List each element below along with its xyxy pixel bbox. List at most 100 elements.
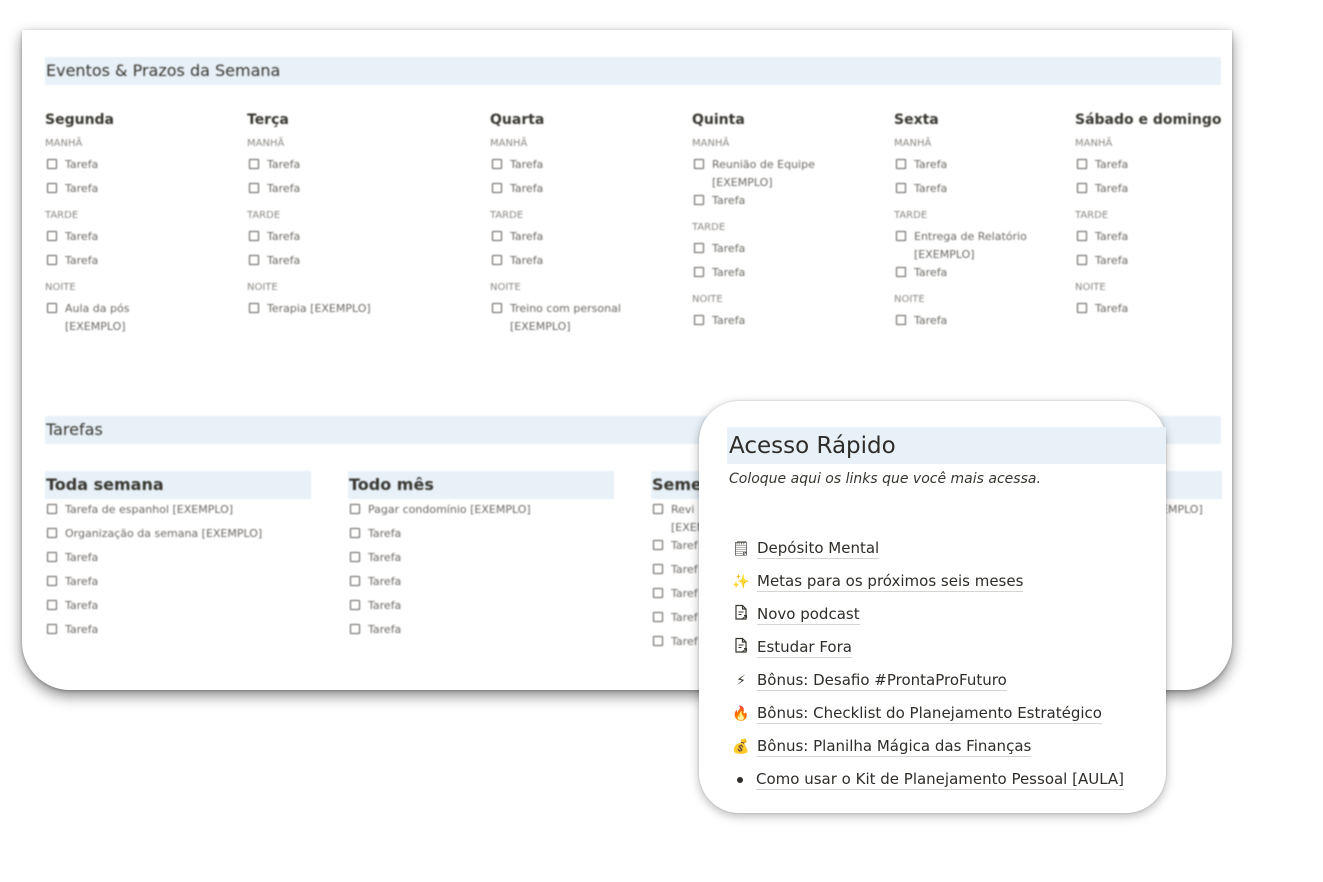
- quick-link[interactable]: ⚡ Bônus: Desafio #ProntaProFuturo: [731, 664, 1124, 697]
- task-item[interactable]: Aula da pós [EXEMPLO]: [45, 300, 235, 336]
- task-item[interactable]: Pagar condomínio [EXEMPLO]: [348, 501, 614, 525]
- checkbox[interactable]: [896, 315, 906, 325]
- task-item[interactable]: Tarefa: [894, 156, 1084, 180]
- task-item[interactable]: Tarefa: [348, 549, 614, 573]
- checkbox[interactable]: [47, 528, 57, 538]
- task-item[interactable]: Tarefa: [692, 240, 882, 264]
- task-item[interactable]: Tarefa: [1075, 300, 1232, 324]
- checkbox[interactable]: [492, 159, 502, 169]
- checkbox[interactable]: [249, 183, 259, 193]
- checkbox[interactable]: [47, 183, 57, 193]
- quick-link-label[interactable]: Como usar o Kit de Planejamento Pessoal …: [756, 769, 1125, 790]
- task-item[interactable]: Tarefa: [894, 264, 1084, 288]
- quick-link-label[interactable]: Bônus: Checklist do Planejamento Estraté…: [757, 703, 1102, 724]
- checkbox[interactable]: [47, 255, 57, 265]
- task-item[interactable]: Tarefa: [1075, 156, 1232, 180]
- task-item[interactable]: Tarefa: [45, 573, 311, 597]
- task-item[interactable]: Tarefa: [45, 156, 235, 180]
- task-item[interactable]: Tarefa: [490, 156, 680, 180]
- checkbox[interactable]: [653, 540, 663, 550]
- checkbox[interactable]: [350, 504, 360, 514]
- checkbox[interactable]: [653, 564, 663, 574]
- checkbox[interactable]: [47, 576, 57, 586]
- task-item[interactable]: Tarefa: [692, 192, 882, 216]
- checkbox[interactable]: [47, 504, 57, 514]
- task-item[interactable]: Organização da semana [EXEMPLO]: [45, 525, 311, 549]
- task-item[interactable]: Entrega de Relatório [EXEMPLO]: [894, 228, 1084, 264]
- checkbox[interactable]: [249, 303, 259, 313]
- checkbox[interactable]: [694, 243, 704, 253]
- checkbox[interactable]: [653, 636, 663, 646]
- checkbox[interactable]: [47, 552, 57, 562]
- task-item[interactable]: Terapia [EXEMPLO]: [247, 300, 437, 324]
- quick-link[interactable]: 🗒 Depósito Mental: [731, 532, 1124, 565]
- checkbox[interactable]: [492, 183, 502, 193]
- checkbox[interactable]: [350, 576, 360, 586]
- quick-link-label[interactable]: Depósito Mental: [757, 538, 880, 559]
- task-item[interactable]: Tarefa: [247, 180, 437, 204]
- quick-link[interactable]: 💰 Bônus: Planilha Mágica das Finanças: [731, 730, 1124, 763]
- checkbox[interactable]: [896, 183, 906, 193]
- quick-link[interactable]: Novo podcast: [731, 598, 1124, 631]
- checkbox[interactable]: [1077, 303, 1087, 313]
- checkbox[interactable]: [249, 159, 259, 169]
- checkbox[interactable]: [896, 231, 906, 241]
- task-item[interactable]: Tarefa: [247, 228, 437, 252]
- checkbox[interactable]: [1077, 231, 1087, 241]
- task-item[interactable]: Tarefa: [490, 228, 680, 252]
- task-item[interactable]: EMPLO]: [1161, 501, 1232, 525]
- task-item[interactable]: Tarefa: [894, 312, 1084, 336]
- task-item[interactable]: Tarefa: [45, 180, 235, 204]
- task-item[interactable]: Reunião de Equipe [EXEMPLO]: [692, 156, 882, 192]
- quick-link-label[interactable]: Novo podcast: [757, 604, 860, 625]
- checkbox[interactable]: [694, 315, 704, 325]
- task-item[interactable]: Tarefa: [45, 597, 311, 621]
- checkbox[interactable]: [47, 624, 57, 634]
- task-item[interactable]: Tarefa: [1075, 252, 1232, 276]
- checkbox[interactable]: [47, 159, 57, 169]
- task-item[interactable]: Tarefa: [45, 549, 311, 573]
- task-item[interactable]: Tarefa: [348, 597, 614, 621]
- checkbox[interactable]: [653, 588, 663, 598]
- checkbox[interactable]: [492, 255, 502, 265]
- checkbox[interactable]: [47, 600, 57, 610]
- quick-link[interactable]: Como usar o Kit de Planejamento Pessoal …: [731, 763, 1125, 796]
- checkbox[interactable]: [653, 612, 663, 622]
- checkbox[interactable]: [1077, 183, 1087, 193]
- quick-link[interactable]: ✨ Metas para os próximos seis meses: [731, 565, 1124, 598]
- checkbox[interactable]: [896, 159, 906, 169]
- checkbox[interactable]: [47, 303, 57, 313]
- checkbox[interactable]: [249, 255, 259, 265]
- task-item[interactable]: Tarefa: [45, 228, 235, 252]
- quick-link[interactable]: Estudar Fora: [731, 631, 1124, 664]
- quick-link[interactable]: 🔥 Bônus: Checklist do Planejamento Estrat…: [731, 697, 1124, 730]
- task-item[interactable]: Tarefa: [692, 264, 882, 288]
- task-item[interactable]: Tarefa: [894, 180, 1084, 204]
- task-item[interactable]: Tarefa: [247, 156, 437, 180]
- checkbox[interactable]: [492, 231, 502, 241]
- task-item[interactable]: Tarefa: [692, 312, 882, 336]
- quick-link-label[interactable]: Metas para os próximos seis meses: [757, 571, 1024, 592]
- quick-link-label[interactable]: Estudar Fora: [757, 637, 852, 658]
- task-item[interactable]: Tarefa: [348, 573, 614, 597]
- checkbox[interactable]: [896, 267, 906, 277]
- checkbox[interactable]: [350, 624, 360, 634]
- task-item[interactable]: Tarefa: [348, 621, 614, 645]
- task-item[interactable]: Tarefa: [490, 252, 680, 276]
- checkbox[interactable]: [653, 504, 663, 514]
- checkbox[interactable]: [492, 303, 502, 313]
- quick-link-label[interactable]: Bônus: Planilha Mágica das Finanças: [757, 736, 1032, 757]
- checkbox[interactable]: [694, 159, 704, 169]
- checkbox[interactable]: [350, 600, 360, 610]
- checkbox[interactable]: [47, 231, 57, 241]
- checkbox[interactable]: [249, 231, 259, 241]
- task-item[interactable]: Treino com personal [EXEMPLO]: [490, 300, 680, 336]
- task-item[interactable]: Tarefa: [490, 180, 680, 204]
- task-item[interactable]: Tarefa: [1075, 228, 1232, 252]
- checkbox[interactable]: [350, 552, 360, 562]
- task-item[interactable]: Tarefa: [1075, 180, 1232, 204]
- checkbox[interactable]: [694, 195, 704, 205]
- checkbox[interactable]: [1077, 255, 1087, 265]
- task-item[interactable]: Tarefa: [348, 525, 614, 549]
- checkbox[interactable]: [350, 528, 360, 538]
